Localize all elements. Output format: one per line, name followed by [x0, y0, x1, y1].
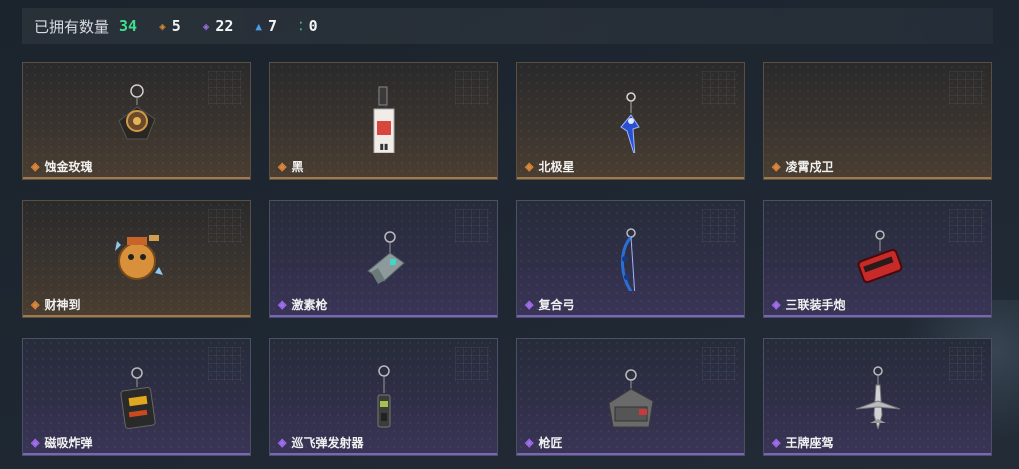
item-card[interactable]: ◈ 三联装手炮 — [763, 200, 992, 318]
polaris-charm-icon — [619, 92, 640, 153]
loitering-launcher-icon — [377, 365, 390, 428]
item-card[interactable]: ◈ 枪匠 — [516, 338, 745, 456]
stat-green: ⁚ 0 — [299, 17, 318, 35]
rarity-gold-icon: ◈ — [278, 161, 287, 173]
item-name: 黑 — [291, 160, 304, 174]
item-card[interactable]: ◈ 凌霄戍卫 — [763, 62, 992, 180]
ace-jet-icon — [855, 366, 900, 429]
item-name: 财神到 — [44, 298, 81, 312]
stat-orange-value: 5 — [171, 17, 181, 35]
item-name: 巡飞弹发射器 — [291, 436, 364, 450]
rarity-purple-icon: ◈ — [525, 437, 534, 449]
item-card[interactable]: ▮▮ ◈ 黑 — [269, 62, 498, 180]
rarity-purple-icon: ◈ — [278, 437, 287, 449]
diamond-purple-icon: ◈ — [202, 19, 210, 33]
item-card[interactable]: ◈ 复合弓 — [516, 200, 745, 318]
stat-blue: ▲ 7 — [255, 17, 277, 35]
diamond-green-icon: ⁚ — [299, 19, 303, 33]
stat-green-value: 0 — [308, 17, 318, 35]
rarity-purple-icon: ◈ — [525, 299, 534, 311]
rarity-purple-icon: ◈ — [31, 437, 40, 449]
rarity-gold-icon: ◈ — [772, 161, 781, 173]
item-card[interactable]: ◈ 财神到 — [22, 200, 251, 318]
rarity-gold-icon: ◈ — [31, 161, 40, 173]
item-card[interactable]: ◈ 巡飞弹发射器 — [269, 338, 498, 456]
compound-bow-icon — [620, 228, 636, 291]
stat-purple-value: 22 — [215, 17, 234, 35]
black-tag-icon: ▮▮ — [373, 86, 394, 153]
stim-gun-icon — [366, 231, 405, 285]
owned-count-title: 已拥有数量 — [34, 18, 110, 36]
svg-text:▮▮: ▮▮ — [379, 142, 388, 151]
item-name: 蚀金玫瑰 — [44, 160, 93, 174]
item-card[interactable]: ◈ 蚀金玫瑰 — [22, 62, 251, 180]
rarity-gold-icon: ◈ — [525, 161, 534, 173]
rarity-purple-icon: ◈ — [772, 299, 781, 311]
rarity-gold-icon: ◈ — [31, 299, 40, 311]
stat-blue-value: 7 — [268, 17, 278, 35]
item-name: 枪匠 — [538, 436, 563, 450]
item-card[interactable]: ◈ 王牌座驾 — [763, 338, 992, 456]
owned-count-bar: 已拥有数量 34 ◈ 5 ◈ 22 ▲ 7 ⁚ 0 — [22, 8, 993, 44]
item-name: 磁吸炸弹 — [44, 436, 93, 450]
item-name: 三联装手炮 — [785, 298, 846, 312]
triple-cannon-icon — [857, 230, 902, 284]
diamond-blue-icon: ▲ — [255, 19, 263, 33]
fortune-god-icon — [114, 235, 163, 280]
stat-orange: ◈ 5 — [159, 17, 181, 35]
rarity-purple-icon: ◈ — [278, 299, 287, 311]
owned-count-total: 34 — [119, 17, 138, 35]
gunsmith-case-icon — [607, 369, 654, 428]
item-name: 激素枪 — [291, 298, 328, 312]
item-name: 凌霄戍卫 — [785, 160, 834, 174]
stat-purple: ◈ 22 — [203, 17, 234, 35]
rarity-purple-icon: ◈ — [772, 437, 781, 449]
item-card[interactable]: ◈ 北极星 — [516, 62, 745, 180]
item-name: 复合弓 — [538, 298, 575, 312]
item-card[interactable]: ◈ 磁吸炸弹 — [22, 338, 251, 456]
item-name: 王牌座驾 — [785, 436, 834, 450]
magnetic-bomb-icon — [119, 367, 156, 429]
item-name: 北极星 — [538, 160, 575, 174]
diamond-orange-icon: ◈ — [159, 19, 166, 33]
rose-pendant-icon — [117, 84, 156, 140]
item-card[interactable]: ◈ 激素枪 — [269, 200, 498, 318]
